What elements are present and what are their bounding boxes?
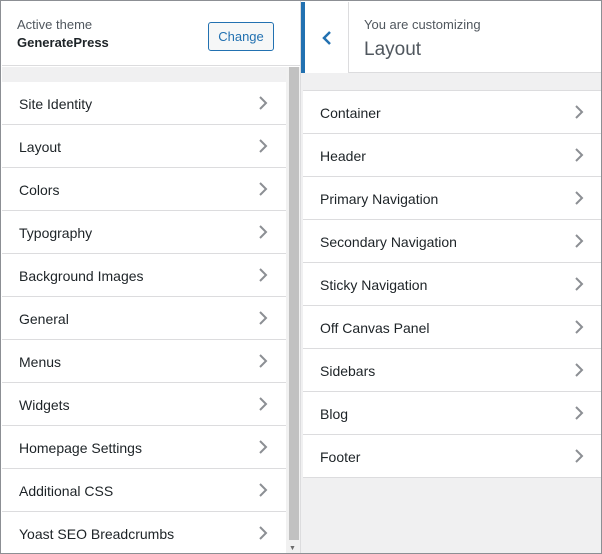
chevron-right-icon <box>257 95 269 111</box>
section-site-identity[interactable]: Site Identity <box>2 82 286 125</box>
section-header[interactable]: Header <box>303 134 601 177</box>
section-label: Typography <box>19 225 93 241</box>
section-layout[interactable]: Layout <box>2 125 286 168</box>
chevron-right-icon <box>573 104 585 120</box>
section-background-images[interactable]: Background Images <box>2 254 286 297</box>
chevron-right-icon <box>573 448 585 464</box>
section-sidebars[interactable]: Sidebars <box>303 349 601 392</box>
section-label: Layout <box>19 139 62 155</box>
section-blog[interactable]: Blog <box>303 392 601 435</box>
section-yoast-seo-breadcrumbs[interactable]: Yoast SEO Breadcrumbs <box>2 512 286 553</box>
section-label: Footer <box>320 449 361 465</box>
section-secondary-navigation[interactable]: Secondary Navigation <box>303 220 601 263</box>
chevron-right-icon <box>573 190 585 206</box>
panel-title: Layout <box>364 39 422 60</box>
section-menus[interactable]: Menus <box>2 340 286 383</box>
section-colors[interactable]: Colors <box>2 168 286 211</box>
section-label: Yoast SEO Breadcrumbs <box>19 526 175 542</box>
panel-spacer <box>2 67 286 82</box>
scrollbar-thumb[interactable] <box>289 67 299 540</box>
chevron-right-icon <box>573 233 585 249</box>
chevron-right-icon <box>257 310 269 326</box>
sections-list: Site Identity Layout Colors Typography B… <box>2 82 286 553</box>
customizing-label: You are customizing <box>364 17 481 32</box>
section-label: Container <box>320 105 381 121</box>
section-container[interactable]: Container <box>303 91 601 134</box>
section-label: Additional CSS <box>19 483 114 499</box>
layout-panel: You are customizing Layout Container Hea… <box>301 2 601 553</box>
change-theme-button[interactable]: Change <box>208 22 274 51</box>
chevron-right-icon <box>257 267 269 283</box>
section-label: Colors <box>19 182 60 198</box>
layout-panel-header: You are customizing Layout <box>301 2 601 73</box>
section-sticky-navigation[interactable]: Sticky Navigation <box>303 263 601 306</box>
chevron-right-icon <box>257 353 269 369</box>
section-label: Header <box>320 148 366 164</box>
back-button[interactable] <box>301 2 349 73</box>
section-off-canvas-panel[interactable]: Off Canvas Panel <box>303 306 601 349</box>
active-theme-header: Active theme GeneratePress Change <box>2 2 300 66</box>
section-label: Secondary Navigation <box>320 234 457 250</box>
customizer-sections-panel: Active theme GeneratePress Change Site I… <box>2 2 300 553</box>
customizer-frame: Active theme GeneratePress Change Site I… <box>0 0 602 554</box>
section-label: Off Canvas Panel <box>320 320 430 336</box>
chevron-right-icon <box>257 224 269 240</box>
section-label: Menus <box>19 354 62 370</box>
section-widgets[interactable]: Widgets <box>2 383 286 426</box>
section-primary-navigation[interactable]: Primary Navigation <box>303 177 601 220</box>
chevron-right-icon <box>257 138 269 154</box>
section-label: Sidebars <box>320 363 376 379</box>
section-label: Widgets <box>19 397 70 413</box>
section-additional-css[interactable]: Additional CSS <box>2 469 286 512</box>
section-label: Background Images <box>19 268 144 284</box>
chevron-right-icon <box>257 525 269 541</box>
section-typography[interactable]: Typography <box>2 211 286 254</box>
chevron-right-icon <box>257 482 269 498</box>
active-theme-label: Active theme <box>17 17 93 32</box>
chevron-right-icon <box>573 147 585 163</box>
section-label: Site Identity <box>19 96 93 112</box>
chevron-right-icon <box>257 181 269 197</box>
chevron-right-icon <box>573 276 585 292</box>
section-label: Homepage Settings <box>19 440 142 456</box>
section-label: Blog <box>320 406 349 422</box>
scroll-down-arrow-icon[interactable]: ▼ <box>289 545 296 552</box>
section-homepage-settings[interactable]: Homepage Settings <box>2 426 286 469</box>
chevron-right-icon <box>257 439 269 455</box>
active-theme-name: GeneratePress <box>17 35 109 50</box>
section-general[interactable]: General <box>2 297 286 340</box>
chevron-right-icon <box>257 396 269 412</box>
chevron-right-icon <box>573 405 585 421</box>
section-label: Primary Navigation <box>320 191 439 207</box>
sections-scrollbar[interactable]: ▼ <box>286 67 300 553</box>
section-label: Sticky Navigation <box>320 277 428 293</box>
section-label: General <box>19 311 69 327</box>
chevron-right-icon <box>573 319 585 335</box>
chevron-right-icon <box>573 362 585 378</box>
layout-sections-list: Container Header Primary Navigation Seco… <box>303 90 601 478</box>
section-footer[interactable]: Footer <box>303 435 601 478</box>
chevron-left-icon <box>322 31 331 45</box>
